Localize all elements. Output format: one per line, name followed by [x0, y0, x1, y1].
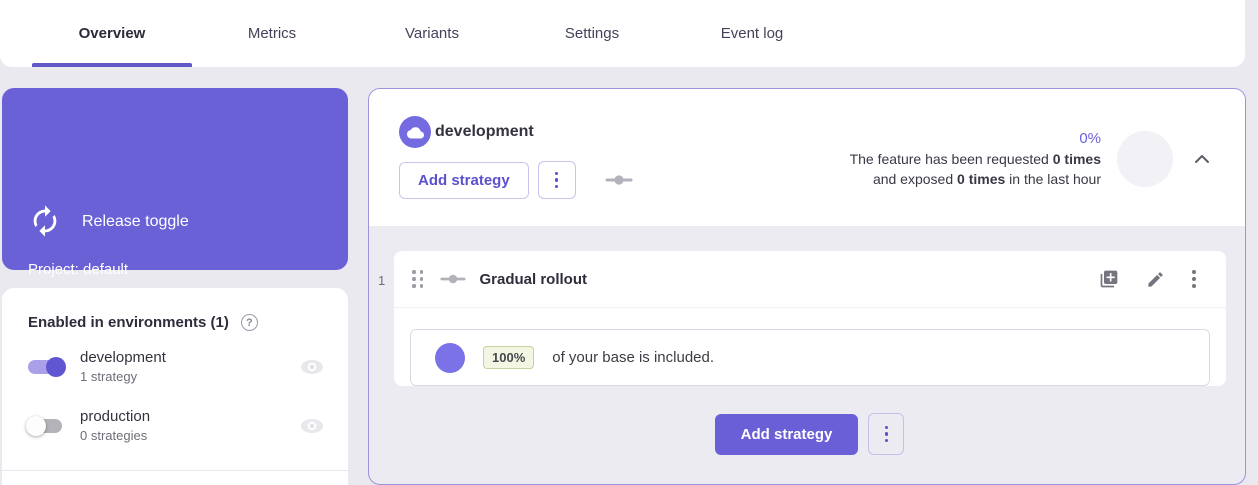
metrics-line-1: The feature has been requested 0 times: [850, 149, 1101, 169]
eye-icon[interactable]: [300, 418, 324, 434]
question-circle-icon[interactable]: ?: [241, 314, 258, 331]
tab-metrics[interactable]: Metrics: [192, 0, 352, 67]
development-toggle[interactable]: [26, 356, 66, 378]
rollout-percent-badge: 100%: [483, 346, 534, 369]
eye-icon[interactable]: [300, 359, 324, 375]
strategy-list-section: 1 Gradual rollout: [369, 226, 1245, 484]
feature-overview-page: Overview Metrics Variants Settings Event…: [0, 0, 1258, 485]
add-strategy-button[interactable]: Add strategy: [399, 162, 529, 199]
copy-add-icon[interactable]: [1099, 269, 1119, 289]
cloud-icon: [399, 116, 431, 148]
drag-handle-icon[interactable]: [412, 270, 424, 288]
environment-more-options-button[interactable]: [538, 161, 576, 199]
metrics-percent: 0%: [1079, 129, 1101, 149]
environment-panel-header: development Add strategy 0% The feature …: [369, 89, 1245, 226]
add-strategy-button-footer[interactable]: Add strategy: [715, 414, 859, 455]
production-toggle[interactable]: [26, 415, 66, 437]
environment-row-production: production 0 strategies: [2, 398, 348, 453]
environments-card: Enabled in environments (1) ? developmen…: [2, 288, 348, 485]
active-tab-underline: [32, 63, 192, 67]
strategy-item: 1 Gradual rollout: [394, 251, 1226, 386]
environment-row-development: development 1 strategy: [2, 339, 348, 394]
kebab-menu-icon: [555, 172, 559, 189]
toggle-thumb: [26, 416, 46, 436]
cycle-icon: [28, 204, 62, 238]
feature-type-label: Release toggle: [82, 213, 189, 231]
tab-variants-label: Variants: [405, 25, 459, 42]
footer-more-options-button[interactable]: [868, 413, 904, 455]
tab-settings-label: Settings: [565, 25, 619, 42]
environment-name: development: [80, 349, 166, 366]
development-environment-panel: development Add strategy 0% The feature …: [368, 88, 1246, 485]
strategy-title: Gradual rollout: [480, 271, 588, 288]
environment-strategy-count: 1 strategy: [80, 369, 166, 384]
environment-strategy-count: 0 strategies: [80, 428, 150, 443]
rollout-donut-chart: [435, 343, 465, 373]
slider-icon: [605, 175, 633, 185]
environment-panel-title: development: [435, 123, 534, 141]
slider-icon: [440, 274, 466, 284]
strategy-index: 1: [378, 273, 385, 288]
metrics-donut-chart: [1117, 131, 1173, 187]
tab-event-log-label: Event log: [721, 25, 784, 42]
chevron-up-icon[interactable]: [1189, 146, 1215, 172]
card-divider: [2, 470, 348, 471]
strategy-kebab-menu-icon[interactable]: [1192, 270, 1196, 288]
environment-name: production: [80, 408, 150, 425]
feature-tabbar: Overview Metrics Variants Settings Event…: [0, 0, 1245, 67]
metrics-line-2: and exposed 0 times in the last hour: [873, 169, 1101, 189]
tab-metrics-label: Metrics: [248, 25, 296, 42]
feature-type-card: Release toggle Project: default No descr…: [2, 88, 348, 270]
edit-pencil-icon[interactable]: [1146, 270, 1165, 289]
feature-project: Project: default: [28, 261, 128, 278]
kebab-menu-icon: [885, 426, 889, 443]
tab-event-log[interactable]: Event log: [672, 0, 832, 67]
tab-overview[interactable]: Overview: [32, 0, 192, 67]
tab-settings[interactable]: Settings: [512, 0, 672, 67]
tab-overview-label: Overview: [79, 25, 146, 42]
tab-variants[interactable]: Variants: [352, 0, 512, 67]
toggle-thumb: [46, 357, 66, 377]
rollout-description: of your base is included.: [552, 349, 714, 366]
environments-title: Enabled in environments (1): [28, 314, 229, 331]
environment-metrics: 0% The feature has been requested 0 time…: [850, 129, 1215, 189]
rollout-summary: 100% of your base is included.: [410, 329, 1210, 386]
